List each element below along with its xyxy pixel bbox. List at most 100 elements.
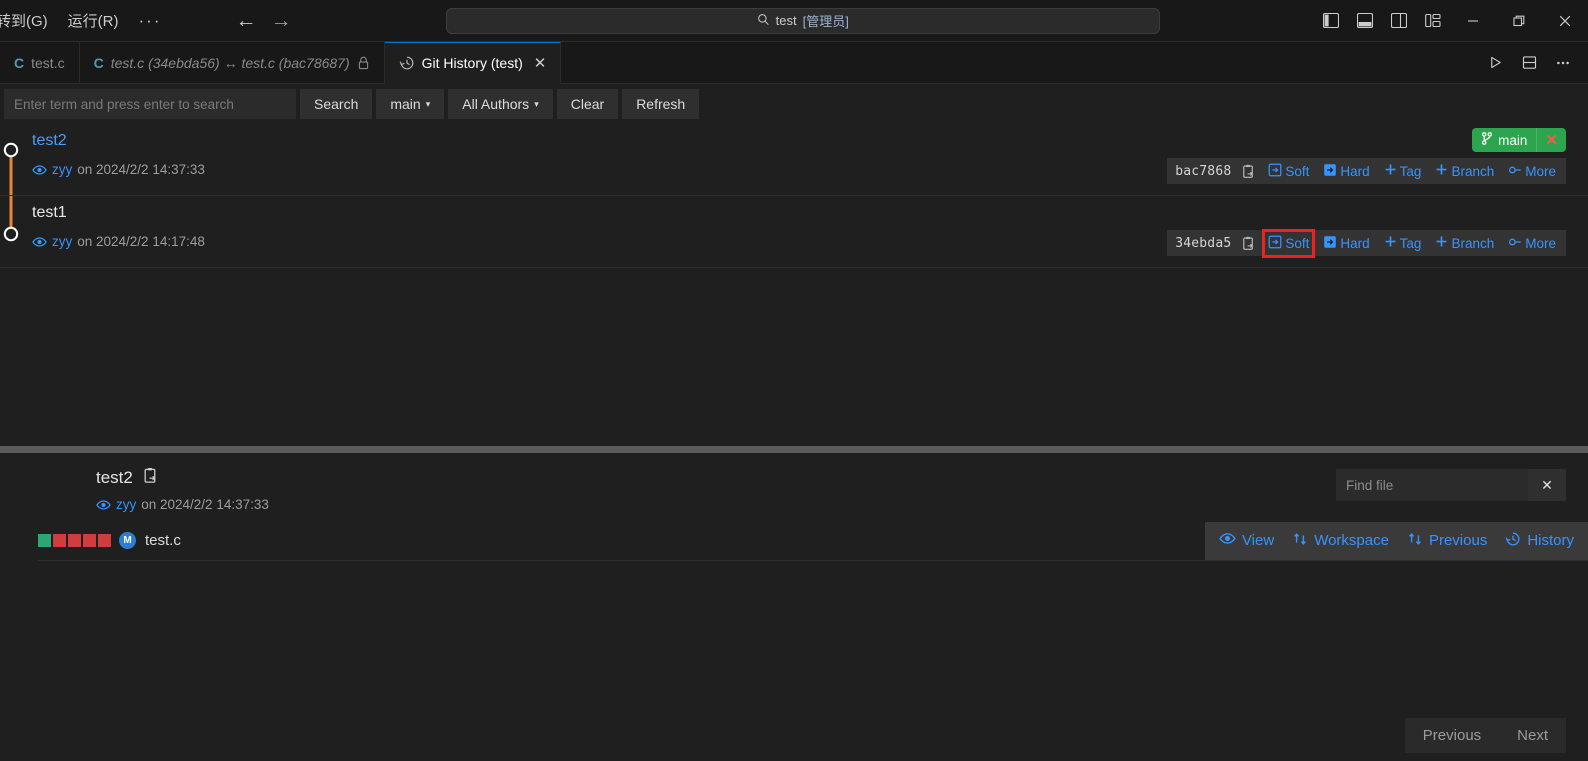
history-icon (399, 55, 415, 71)
commit-list: test2 zyy on 2024/2/2 14:37:33 main ✕ ba… (0, 124, 1588, 446)
find-file-close-button[interactable]: ✕ (1528, 469, 1566, 501)
more-button[interactable]: More (1506, 234, 1558, 253)
commit-subject[interactable]: test2 (32, 132, 67, 150)
detail-commit-meta: zyy on 2024/2/2 14:37:33 (96, 497, 269, 512)
toggle-primary-sidebar-icon[interactable] (1314, 0, 1348, 41)
branch-badge-content: main (1472, 132, 1536, 148)
compare-previous-label: Previous (1428, 532, 1488, 549)
find-file-wrapper: ✕ (1336, 469, 1566, 501)
panel-splitter[interactable] (0, 446, 1588, 453)
commit-hash: 34ebda5 (1175, 235, 1232, 251)
search-button[interactable]: Search (300, 89, 373, 119)
reset-hard-icon (1323, 235, 1337, 252)
toggle-secondary-sidebar-icon[interactable] (1382, 0, 1416, 41)
menu-overflow-icon[interactable]: ··· (129, 9, 172, 33)
file-history-button[interactable]: History (1505, 531, 1574, 551)
menu-item-run[interactable]: 运行(R) (58, 6, 129, 35)
quick-input-wrapper: test [管理员] (291, 7, 1314, 34)
plus-icon (1384, 235, 1397, 251)
compare-workspace-button[interactable]: Workspace (1292, 531, 1389, 551)
commit-date: on 2024/2/2 14:37:33 (77, 162, 205, 177)
customize-layout-icon[interactable] (1416, 0, 1450, 41)
vscode-window: 转到(G) 运行(R) ··· ← → test [管理员] C test.c … (0, 0, 1588, 761)
commit-meta: zyy on 2024/2/2 14:37:33 (32, 162, 205, 177)
search-term-input[interactable] (4, 89, 296, 119)
find-file-input[interactable] (1336, 469, 1528, 501)
commit-author: zyy (52, 234, 73, 249)
file-row[interactable]: M test.c View Workspace Previous History (38, 521, 1588, 561)
refresh-button[interactable]: Refresh (622, 89, 700, 119)
title-bar: 转到(G) 运行(R) ··· ← → test [管理员] (0, 0, 1588, 42)
tab-label: Git History (test) (421, 55, 523, 71)
compare-previous-button[interactable]: Previous (1407, 531, 1487, 551)
menu-item-goto[interactable]: 转到(G) (0, 6, 58, 35)
file-actions: View Workspace Previous History (1204, 521, 1588, 560)
git-history-toolbar: Search main ▾ All Authors ▾ Clear Refres… (0, 84, 1588, 124)
tab-close-icon[interactable]: ✕ (534, 54, 547, 72)
reset-soft-button[interactable]: Soft (1266, 161, 1311, 182)
minimize-button[interactable] (1450, 0, 1496, 41)
copy-clipboard-icon[interactable] (142, 467, 159, 489)
tab-git-history[interactable]: Git History (test) ✕ (384, 42, 562, 84)
editor-actions (1480, 42, 1588, 83)
tab-label: test.c (31, 54, 65, 71)
commit-detail-panel: test2 zyy on 2024/2/2 14:37:33 ✕ (0, 453, 1588, 761)
search-icon (757, 13, 770, 29)
reset-hard-label: Hard (1340, 235, 1370, 251)
close-window-button[interactable] (1542, 0, 1588, 41)
commit-row[interactable]: test2 zyy on 2024/2/2 14:37:33 main ✕ ba… (0, 124, 1588, 196)
detail-date: on 2024/2/2 14:37:33 (141, 497, 269, 512)
add-tag-button[interactable]: Tag (1382, 233, 1424, 253)
back-arrow-icon[interactable]: ← (235, 10, 256, 31)
clear-button[interactable]: Clear (556, 89, 619, 119)
more-label: More (1525, 163, 1556, 179)
copy-clipboard-icon[interactable] (1241, 164, 1256, 179)
plus-icon (1435, 235, 1448, 251)
tab-diff[interactable]: C test.c (34ebda56) ↔ test.c (bac78687) (80, 42, 385, 83)
next-page-button[interactable]: Next (1499, 718, 1566, 753)
eye-icon[interactable] (32, 236, 47, 248)
detail-subject-text: test2 (96, 468, 133, 487)
plus-icon (1435, 163, 1448, 179)
eye-icon[interactable] (96, 499, 111, 511)
quick-input-box[interactable]: test [管理员] (445, 7, 1160, 34)
maximize-restore-button[interactable] (1496, 0, 1542, 41)
branch-select-label: main (390, 96, 421, 112)
previous-page-button[interactable]: Previous (1405, 718, 1499, 753)
tab-test-c[interactable]: C test.c (0, 42, 80, 83)
run-button[interactable] (1480, 48, 1510, 78)
chevron-down-icon: ▾ (534, 98, 539, 109)
view-file-button[interactable]: View (1219, 532, 1274, 549)
quick-input-text: test (775, 13, 797, 28)
detail-author: zyy (116, 497, 137, 512)
reset-hard-button[interactable]: Hard (1321, 161, 1371, 182)
reset-hard-button[interactable]: Hard (1321, 233, 1371, 254)
commit-subject[interactable]: test1 (32, 204, 67, 222)
eye-icon[interactable] (32, 164, 47, 176)
commit-row[interactable]: test1 zyy on 2024/2/2 14:17:48 34ebda5 S… (0, 196, 1588, 268)
more-actions-icon[interactable] (1548, 48, 1578, 78)
authors-select-button[interactable]: All Authors ▾ (448, 89, 553, 119)
branch-badge-close-icon[interactable]: ✕ (1536, 128, 1566, 152)
diff-square-added (38, 534, 51, 547)
reset-soft-icon (1268, 163, 1282, 180)
add-branch-button[interactable]: Branch (1433, 233, 1496, 253)
view-file-label: View (1241, 532, 1275, 549)
branch-badge-main[interactable]: main ✕ (1472, 128, 1566, 152)
more-button[interactable]: More (1506, 162, 1558, 181)
copy-clipboard-icon[interactable] (1241, 236, 1256, 251)
more-icon (1508, 164, 1522, 179)
reset-soft-button[interactable]: Soft (1262, 228, 1316, 258)
file-name[interactable]: test.c (145, 532, 181, 549)
forward-arrow-icon[interactable]: → (270, 10, 291, 31)
toggle-panel-icon[interactable] (1348, 0, 1382, 41)
diff-square-deleted (53, 534, 66, 547)
compare-icon (1292, 531, 1308, 551)
branch-select-button[interactable]: main ▾ (376, 89, 445, 119)
reset-soft-label: Soft (1285, 235, 1310, 251)
split-editor-down-button[interactable] (1514, 48, 1544, 78)
add-branch-button[interactable]: Branch (1433, 161, 1496, 181)
reset-soft-icon (1268, 235, 1282, 252)
quick-input-admin-tag: [管理员] (802, 14, 849, 29)
add-tag-button[interactable]: Tag (1382, 161, 1424, 181)
